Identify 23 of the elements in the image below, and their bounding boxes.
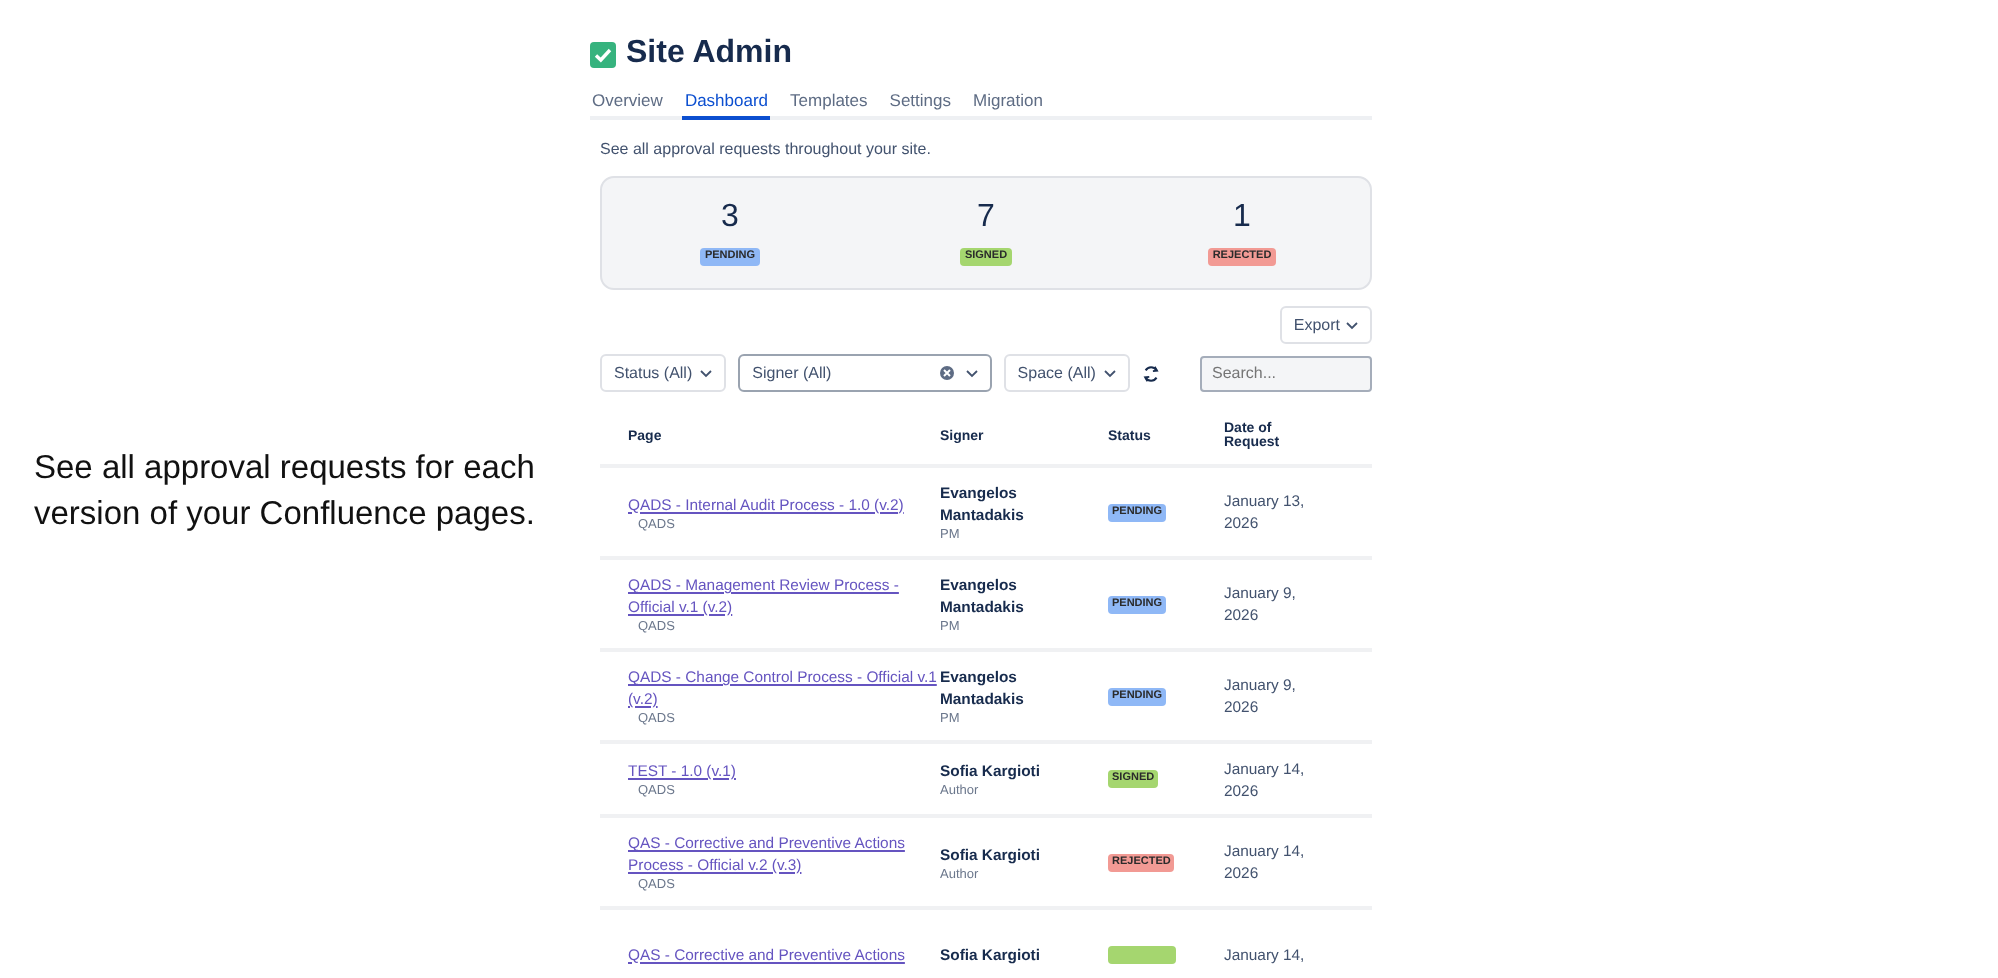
tab[interactable]: Overview: [590, 90, 665, 120]
tab[interactable]: Dashboard: [682, 90, 771, 120]
checkbox-icon: [590, 41, 616, 67]
count-text: 1: [1233, 200, 1251, 236]
search-field[interactable]: Search...: [1200, 355, 1372, 391]
chevron-down-icon: [1346, 321, 1358, 329]
chevron-down-icon: [1103, 369, 1116, 377]
space-filter[interactable]: Space (All): [1003, 354, 1130, 392]
refresh-icon[interactable]: [1141, 363, 1160, 383]
clear-icon[interactable]: [939, 366, 954, 380]
chevron-down-icon: [700, 369, 713, 377]
tab[interactable]: Migration: [971, 90, 1045, 120]
signer-filter[interactable]: Signer (All): [738, 354, 992, 392]
intro-text: See all approval requests for each version of your Confluence pages.: [34, 447, 537, 535]
chevron-down-icon: [965, 369, 978, 377]
count-text: 7: [977, 200, 995, 236]
tab[interactable]: Settings: [887, 90, 953, 120]
count-text: 3: [721, 200, 739, 236]
export-button[interactable]: Export: [1279, 306, 1372, 344]
tab[interactable]: Templates: [788, 90, 870, 120]
status-filter[interactable]: Status (All): [600, 354, 727, 392]
app-title: Site Admin: [626, 36, 792, 72]
description-text: See all approval requests throughout your site.: [600, 140, 933, 158]
